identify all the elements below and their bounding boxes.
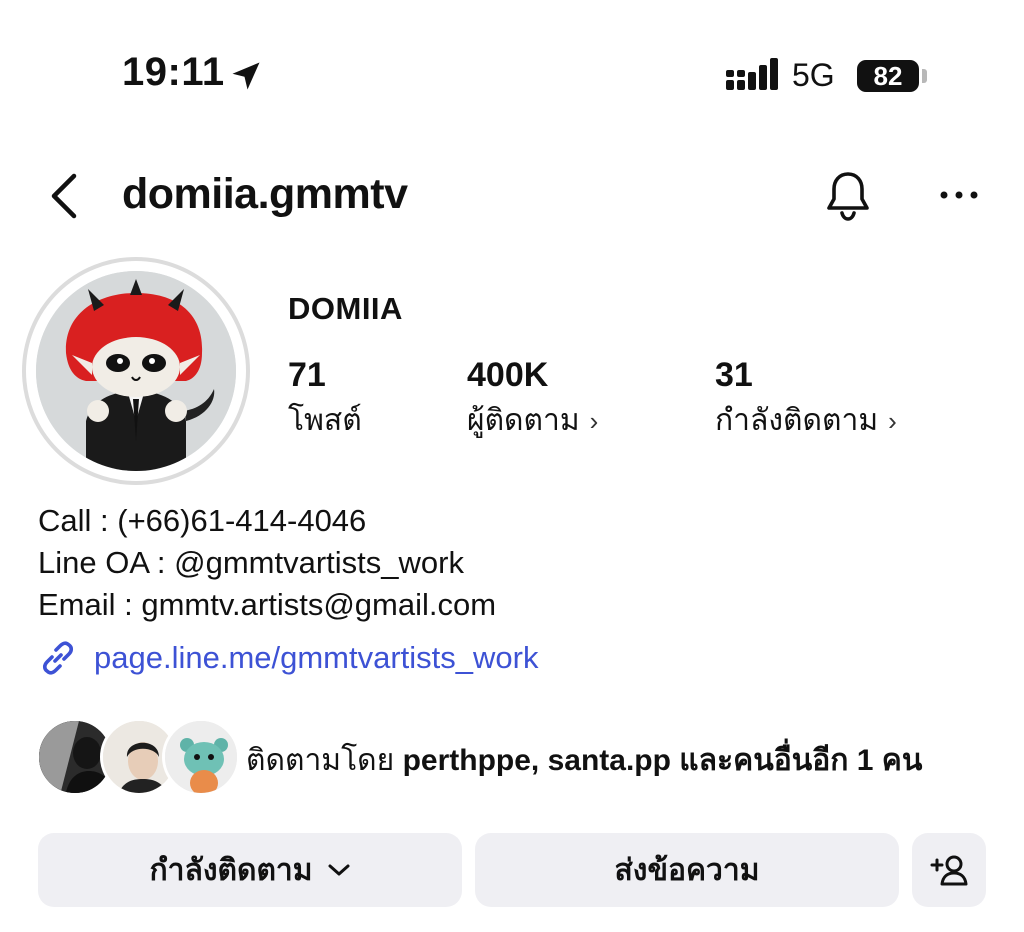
bio-line-call: Call : (+66)61-414-4046 xyxy=(38,503,367,538)
followed-by-prefix: ติดตามโดย xyxy=(246,744,395,777)
battery-cap xyxy=(922,69,927,83)
stat-following[interactable]: 31 กำลังติดตาม › xyxy=(715,356,897,444)
bio-line-email: Email : gmmtv.artists@gmail.com xyxy=(38,587,497,622)
chevron-right-icon: › xyxy=(589,406,599,436)
stat-label: โพสต์ xyxy=(288,397,362,444)
avatar-image xyxy=(36,271,236,471)
stat-value: 400K xyxy=(467,356,549,394)
bio-link[interactable]: page.line.me/gmmtvartists_work xyxy=(38,637,539,679)
signal-icon xyxy=(726,58,778,90)
status-bar: 19:11 5G 82 xyxy=(0,0,1024,150)
stat-value: 71 xyxy=(288,356,326,394)
stat-posts[interactable]: 71 โพสต์ xyxy=(288,356,362,444)
bio-link-text: page.line.me/gmmtvartists_work xyxy=(94,640,539,675)
followed-by-suffix[interactable]: และคนอื่นอีก 1 คน xyxy=(679,744,922,777)
following-button[interactable]: กำลังติดตาม xyxy=(38,833,462,907)
bio-line-line-oa: Line OA : @gmmtvartists_work xyxy=(38,545,464,580)
stat-value: 31 xyxy=(715,356,753,394)
stat-label: ผู้ติดตาม › xyxy=(467,397,598,444)
status-time: 19:11 xyxy=(122,50,225,94)
battery-icon: 82 xyxy=(857,60,919,92)
bell-icon[interactable] xyxy=(820,168,876,224)
network-label: 5G xyxy=(792,57,835,93)
location-arrow-icon xyxy=(232,62,260,90)
display-name: DOMIIA xyxy=(288,291,403,326)
bio: Call : (+66)61-414-4046 Line OA : @gmmtv… xyxy=(38,500,496,626)
following-button-label: กำลังติดตาม xyxy=(149,853,313,887)
follower-avatar[interactable] xyxy=(162,718,240,796)
followed-by-users[interactable]: perthppe, santa.pp xyxy=(403,744,671,777)
message-button[interactable]: ส่งข้อความ xyxy=(475,833,899,907)
stat-followers[interactable]: 400K ผู้ติดตาม › xyxy=(467,356,598,444)
more-icon[interactable] xyxy=(936,180,982,210)
add-person-button[interactable] xyxy=(912,833,986,907)
follower-avatar-image xyxy=(165,721,237,793)
add-person-icon xyxy=(930,855,968,886)
followed-by-text: ติดตามโดย perthppe, santa.pp และคนอื่นอี… xyxy=(246,737,922,784)
battery-level: 82 xyxy=(873,61,903,91)
profile-username: domiia.gmmtv xyxy=(122,170,408,218)
stat-label-text: กำลังติดตาม xyxy=(715,404,879,437)
back-icon[interactable] xyxy=(44,168,84,224)
link-icon xyxy=(42,641,74,675)
profile-avatar[interactable] xyxy=(36,271,236,471)
chevron-right-icon: › xyxy=(888,406,897,436)
stat-label: กำลังติดตาม › xyxy=(715,397,897,444)
stat-label-text: ผู้ติดตาม xyxy=(467,404,580,437)
stat-label-text: โพสต์ xyxy=(288,404,362,437)
message-button-label: ส่งข้อความ xyxy=(614,853,760,887)
chevron-down-icon xyxy=(328,864,350,876)
